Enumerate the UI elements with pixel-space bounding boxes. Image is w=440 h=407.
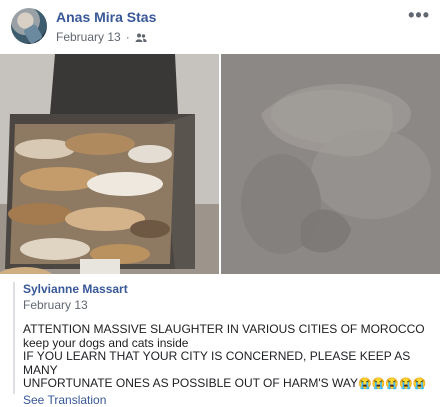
avatar[interactable]: [11, 8, 47, 44]
text-line: UNFORTUNATE ONES AS POSSIBLE OUT OF HARM…: [23, 376, 437, 392]
post-date[interactable]: February 13: [56, 30, 121, 44]
shared-post: Sylvianne Massart February 13 ATTENTION …: [13, 282, 437, 407]
crying-emoji-icons: 😭😭😭😭😭: [358, 378, 427, 390]
post-header: Anas Mira Stas February 13 · •••: [0, 0, 440, 54]
text-line: IF YOU LEARN THAT YOUR CITY IS CONCERNED…: [23, 349, 411, 377]
shared-post-text: ATTENTION MASSIVE SLAUGHTER IN VARIOUS C…: [23, 322, 437, 392]
text-line: ATTENTION MASSIVE SLAUGHTER IN VARIOUS C…: [23, 322, 425, 336]
text-line-content: UNFORTUNATE ONES AS POSSIBLE OUT OF HARM…: [23, 376, 359, 390]
post-meta: February 13 ·: [56, 30, 147, 44]
more-options-button[interactable]: •••: [408, 6, 430, 24]
text-line: keep your dogs and cats inside: [23, 335, 189, 350]
photo-grid: [0, 54, 440, 274]
post-author[interactable]: Anas Mira Stas: [56, 9, 156, 25]
shared-author[interactable]: Sylvianne Massart: [23, 282, 437, 296]
friends-icon[interactable]: [135, 32, 147, 42]
photo-dumpster[interactable]: [0, 54, 219, 274]
shared-date[interactable]: February 13: [23, 298, 437, 312]
photo-faded-dog[interactable]: [221, 54, 440, 274]
meta-separator: ·: [125, 30, 130, 44]
